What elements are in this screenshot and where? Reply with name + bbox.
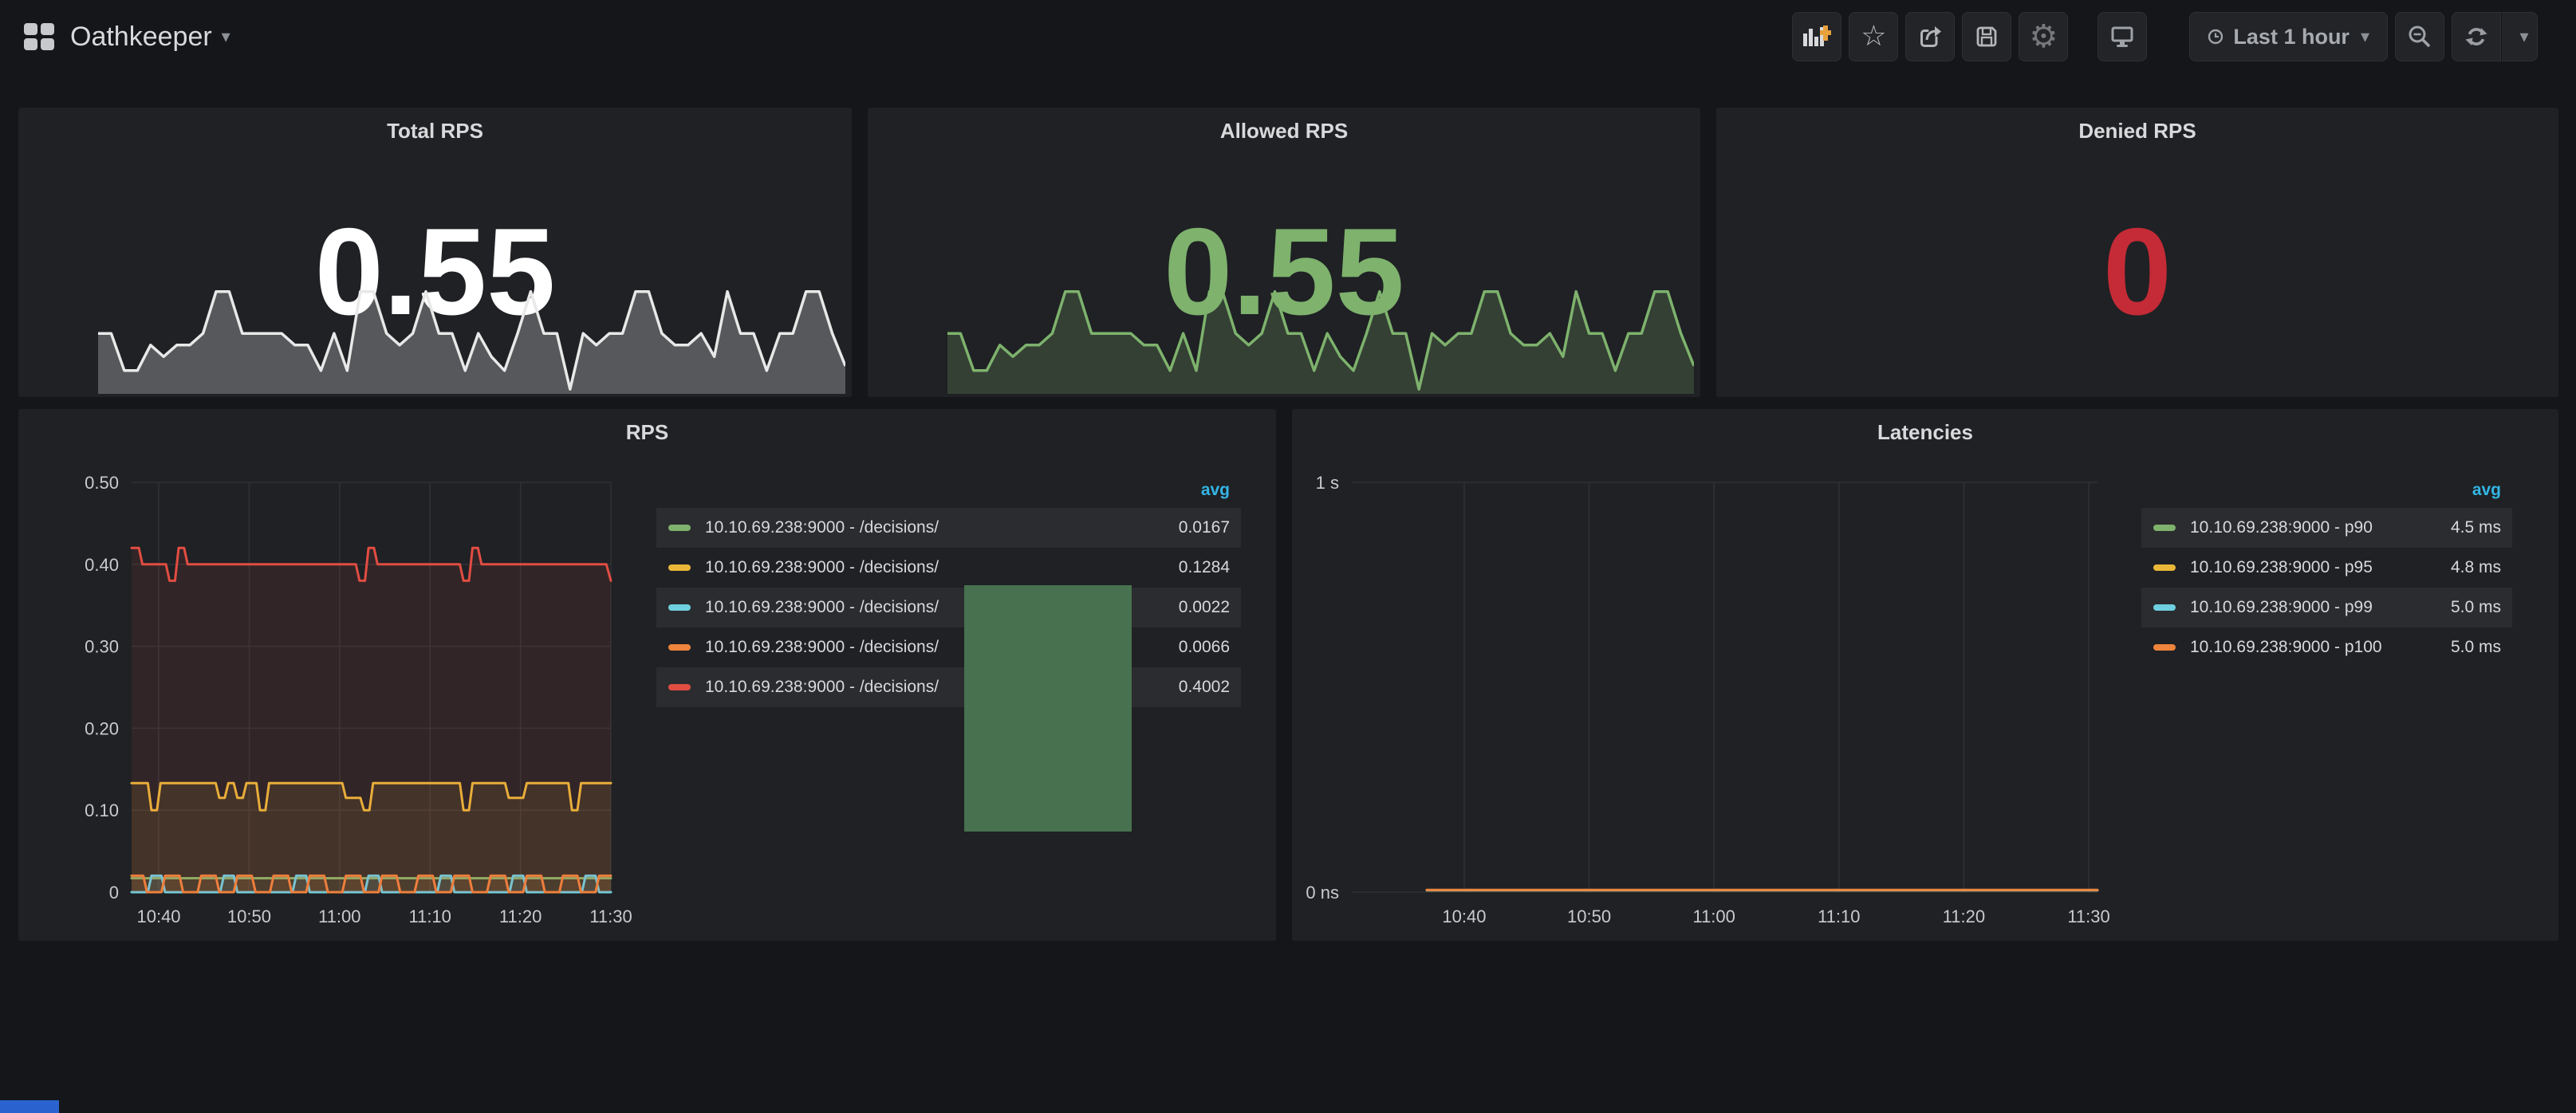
panel-total-rps: Total RPS 0.55	[18, 108, 852, 397]
total-rps-sparkline	[98, 282, 845, 394]
monitor-icon	[2109, 24, 2135, 49]
svg-text:0.50: 0.50	[85, 473, 119, 493]
cycle-view-button[interactable]	[2097, 12, 2147, 61]
svg-text:11:10: 11:10	[408, 907, 451, 926]
legend-row[interactable]: 10.10.69.238:9000 - p954.8 ms	[2141, 548, 2512, 588]
add-panel-button[interactable]	[1792, 12, 1841, 61]
refresh-icon	[2464, 24, 2489, 49]
legend-row[interactable]: 10.10.69.238:9000 - p904.5 ms	[2141, 508, 2512, 548]
svg-text:0.10: 0.10	[85, 800, 119, 820]
series-label[interactable]: 10.10.69.238:9000 - p90	[2190, 518, 2381, 537]
svg-text:11:00: 11:00	[318, 907, 360, 926]
svg-text:1 s: 1 s	[1316, 473, 1339, 493]
svg-text:11:20: 11:20	[499, 907, 542, 926]
series-label[interactable]: 10.10.69.238:9000 - /decisions/	[705, 558, 1110, 577]
time-range-picker[interactable]: Last 1 hour ▾	[2189, 12, 2388, 61]
series-color-swatch[interactable]	[2153, 604, 2176, 611]
svg-text:0.30: 0.30	[85, 637, 119, 657]
series-label[interactable]: 10.10.69.238:9000 - p99	[2190, 598, 2381, 617]
svg-text:11:10: 11:10	[1818, 907, 1860, 926]
series-label[interactable]: 10.10.69.238:9000 - /decisions/	[705, 518, 1110, 537]
series-color-swatch[interactable]	[668, 644, 691, 651]
series-color-swatch[interactable]	[2153, 644, 2176, 651]
panel-latencies-graph: Latencies 1 s0 ns10:4010:5011:0011:1011:…	[1292, 409, 2558, 941]
legend-row[interactable]: 10.10.69.238:9000 - p995.0 ms	[2141, 588, 2512, 627]
series-color-swatch[interactable]	[668, 604, 691, 611]
save-button[interactable]	[1962, 12, 2011, 61]
svg-text:10:50: 10:50	[1567, 907, 1611, 926]
series-color-swatch[interactable]	[2153, 525, 2176, 531]
refresh-interval-button[interactable]: ▾	[2501, 12, 2538, 61]
panel-rps-graph: RPS 0.500.400.300.200.10010:4010:5011:00…	[18, 409, 1276, 941]
series-label[interactable]: 10.10.69.238:9000 - p95	[2190, 558, 2381, 577]
star-icon: ☆	[1861, 22, 1886, 51]
bottom-left-blue-bar	[0, 1100, 59, 1113]
series-color-swatch[interactable]	[668, 564, 691, 571]
series-avg-value: 5.0 ms	[2381, 598, 2501, 617]
dashboards-grid-icon[interactable]	[24, 23, 54, 50]
share-icon	[1916, 23, 1944, 50]
series-avg-value: 0.1284	[1110, 558, 1230, 577]
series-avg-value: 5.0 ms	[2381, 638, 2501, 657]
legend-row[interactable]: 10.10.69.238:9000 - /decisions/0.1284	[656, 548, 1241, 588]
series-color-swatch[interactable]	[668, 525, 691, 531]
legend-row[interactable]: 10.10.69.238:9000 - /decisions/0.0066	[656, 627, 1241, 667]
svg-text:10:40: 10:40	[136, 907, 180, 926]
clock-icon	[2208, 29, 2223, 45]
panel-title[interactable]: Total RPS	[18, 119, 852, 144]
svg-text:0 ns: 0 ns	[1306, 883, 1339, 903]
panel-title[interactable]: Denied RPS	[1716, 119, 2558, 144]
svg-text:0.40: 0.40	[85, 555, 119, 575]
series-label[interactable]: 10.10.69.238:9000 - p100	[2190, 638, 2381, 657]
settings-button[interactable]: ⚙	[2019, 12, 2068, 61]
add-panel-icon	[1802, 24, 1832, 49]
svg-text:10:40: 10:40	[1442, 907, 1486, 926]
series-avg-value: 4.8 ms	[2381, 558, 2501, 577]
legend-row[interactable]: 10.10.69.238:9000 - /decisions/0.0167	[656, 508, 1241, 548]
share-button[interactable]	[1905, 12, 1955, 61]
series-avg-value: 0.0167	[1110, 518, 1230, 537]
svg-text:11:00: 11:00	[1692, 907, 1735, 926]
svg-text:10:50: 10:50	[227, 907, 271, 926]
legend-row[interactable]: 10.10.69.238:9000 - /decisions/0.4002	[656, 667, 1241, 707]
panel-title[interactable]: Allowed RPS	[868, 119, 1700, 144]
stat-value: 0	[1716, 210, 2558, 333]
dashboard-title[interactable]: Oathkeeper	[70, 22, 212, 53]
refresh-button[interactable]	[2452, 12, 2501, 61]
zoom-out-icon	[2406, 23, 2433, 50]
panel-denied-rps: Denied RPS 0	[1716, 108, 2558, 397]
rps-legend: avg10.10.69.238:9000 - /decisions/0.0167…	[656, 473, 1241, 707]
series-color-swatch[interactable]	[668, 684, 691, 690]
top-navbar: Oathkeeper ▾ ☆	[0, 0, 2576, 73]
svg-text:11:20: 11:20	[1943, 907, 1985, 926]
legend-header-avg[interactable]: avg	[656, 473, 1241, 508]
time-range-caret-icon: ▾	[2361, 27, 2369, 47]
legend-row[interactable]: 10.10.69.238:9000 - /decisions/0.0022	[656, 588, 1241, 627]
svg-text:11:30: 11:30	[589, 907, 632, 926]
series-avg-value: 4.5 ms	[2381, 518, 2501, 537]
save-icon	[1974, 24, 1999, 49]
star-button[interactable]: ☆	[1849, 12, 1898, 61]
legend-header-avg[interactable]: avg	[2141, 473, 2512, 508]
legend-row[interactable]: 10.10.69.238:9000 - p1005.0 ms	[2141, 627, 2512, 667]
gear-icon: ⚙	[2029, 21, 2058, 53]
allowed-rps-sparkline	[947, 282, 1694, 394]
svg-text:11:30: 11:30	[2067, 907, 2109, 926]
svg-text:0: 0	[109, 883, 119, 903]
zoom-out-button[interactable]	[2395, 12, 2444, 61]
censored-region	[964, 585, 1132, 832]
dashboard-title-caret-icon[interactable]: ▾	[222, 27, 230, 47]
time-range-label: Last 1 hour	[2233, 25, 2350, 49]
latencies-legend: avg10.10.69.238:9000 - p904.5 ms10.10.69…	[2141, 473, 2512, 667]
panel-allowed-rps: Allowed RPS 0.55	[868, 108, 1700, 397]
series-color-swatch[interactable]	[2153, 564, 2176, 571]
refresh-caret-icon: ▾	[2519, 27, 2528, 47]
svg-text:0.20: 0.20	[85, 718, 119, 738]
